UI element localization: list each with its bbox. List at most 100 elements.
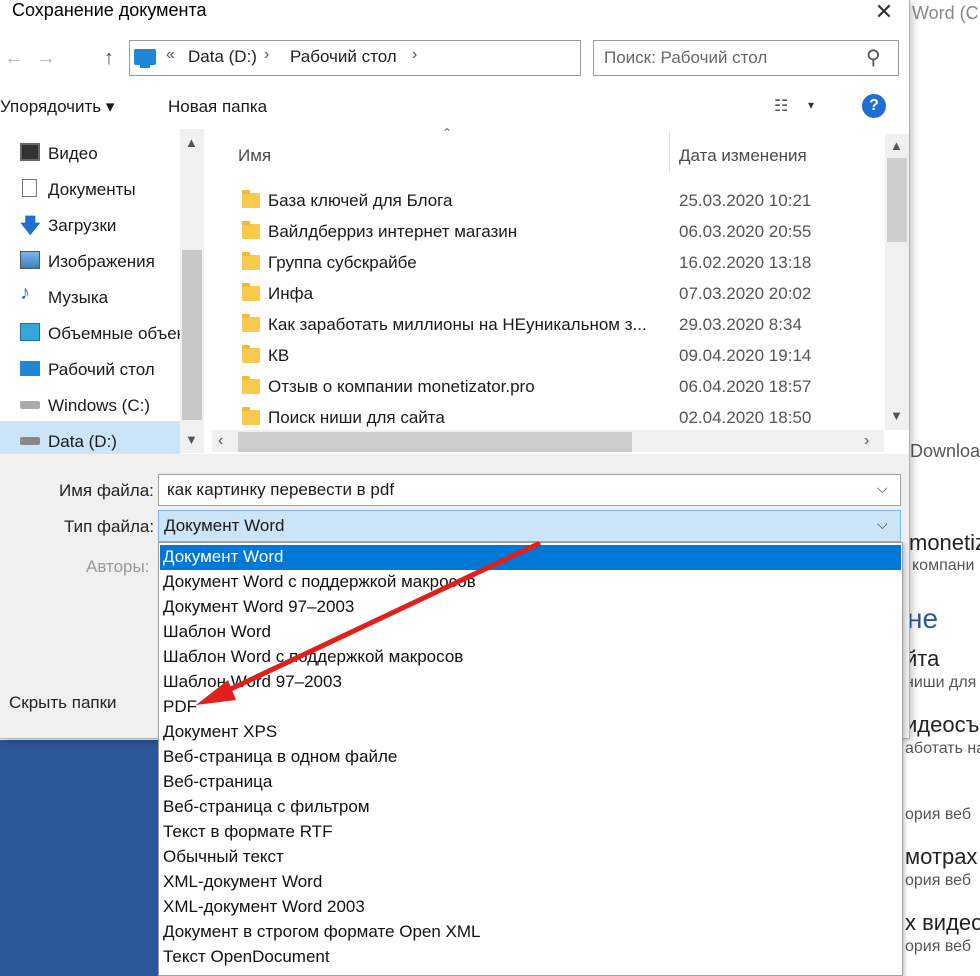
option-label: Текст в формате RTF [163,822,333,841]
up-button[interactable]: ↑ [95,44,123,72]
file-row[interactable]: Группа субскрайбе 16.02.2020 13:18 [205,246,885,277]
view-options-icon[interactable]: ☷ [774,96,800,116]
nav-item-3d-objects[interactable]: Объемные объекты [0,313,180,349]
file-row[interactable]: Вайлдберриз интернет магазин 06.03.2020 … [205,215,885,246]
filetype-option[interactable]: Шаблон Word 97–2003 [160,670,901,695]
scroll-left-icon[interactable]: ‹ [218,432,223,450]
folder-icon [242,221,260,239]
folder-icon [242,314,260,332]
nav-item-label: Видео [48,144,98,163]
file-row[interactable]: Инфа 07.03.2020 20:02 [205,277,885,308]
scroll-up-icon[interactable]: ▲ [185,135,198,150]
view-dropdown-icon[interactable]: ▾ [808,98,814,112]
scroll-right-icon[interactable]: › [864,432,869,450]
filetype-option[interactable]: Документ Word с поддержкой макросов [160,570,901,595]
file-name: Группа субскрайбе [268,253,417,272]
address-bar[interactable]: « Data (D:) › Рабочий стол › ⌵ ⟳ [129,40,704,76]
filetype-option[interactable]: Документ Word [160,545,901,570]
file-row[interactable]: КВ 09.04.2020 19:14 [205,339,885,370]
help-icon[interactable]: ? [862,94,886,118]
file-row[interactable]: Как заработать миллионы на НЕуникальном … [205,308,885,339]
filetype-option-pdf[interactable]: PDF [160,695,901,720]
nav-item-drive-d[interactable]: Data (D:) [0,421,180,457]
file-name: Поиск ниши для сайта [268,408,445,427]
option-label: Документ XPS [163,722,278,741]
option-label: Шаблон Word 97–2003 [163,672,342,691]
breadcrumb-desktop[interactable]: Рабочий стол [290,47,397,67]
column-header-date[interactable]: Дата изменения [679,146,807,166]
nav-item-desktop[interactable]: Рабочий стол [0,349,180,385]
nav-item-music[interactable]: ♪ Музыка [0,277,180,313]
file-row[interactable]: База ключей для Блога 25.03.2020 10:21 [205,184,885,215]
sort-ascending-icon: ⌃ [442,126,453,140]
breadcrumb-chevron-icon[interactable]: › [412,46,417,64]
chevron-down-icon[interactable]: ⌵ [877,480,888,497]
arrow-left-icon: ← [4,46,24,69]
nav-item-documents[interactable]: Документы [0,169,180,205]
hide-folders-button[interactable]: Скрыть папки [9,693,117,713]
file-list-vertical-thumb[interactable] [887,158,907,242]
file-row[interactable]: Поиск ниши для сайта 02.04.2020 18:50 [205,401,885,429]
nav-item-label: Рабочий стол [48,360,155,379]
filetype-option[interactable]: Шаблон Word [160,620,901,645]
search-icon[interactable]: ⚲ [866,45,881,70]
nav-item-drive-c[interactable]: Windows (C:) [0,385,180,421]
documents-icon [22,179,37,197]
new-folder-button[interactable]: Новая папка [168,97,267,117]
filetype-option[interactable]: Документ XPS [160,720,901,745]
nav-item-downloads[interactable]: 🡇 Загрузки [0,205,180,241]
filetype-option[interactable]: XML-документ Word 2003 [160,895,901,920]
filetype-option[interactable]: Веб-страница в одном файле [160,745,901,770]
file-date: 07.03.2020 20:02 [679,284,812,303]
download-fragment: Downloa [910,441,980,461]
column-divider[interactable] [669,132,670,172]
bg-item-title-1: йта [905,646,940,671]
file-date: 29.03.2020 8:34 [679,315,802,334]
file-list-horizontal-thumb[interactable] [238,432,632,452]
option-label: Веб-страница с фильтром [163,797,370,816]
nav-item-video[interactable]: Видео [0,133,180,169]
filename-label: Имя файла: [59,481,154,500]
close-button[interactable]: ✕ [866,0,902,26]
scroll-up-icon[interactable]: ▲ [890,138,903,153]
organize-button[interactable]: Упорядочить ▾ [0,97,114,117]
filetype-select[interactable]: Документ Word ⌵ [158,510,901,542]
filetype-dropdown-list[interactable]: Документ Word Документ Word с поддержкой… [158,542,903,976]
arrow-up-icon: ↑ [104,46,114,69]
file-name: Как заработать миллионы на НЕуникальном … [268,315,647,334]
scroll-down-icon[interactable]: ▼ [185,432,198,447]
filetype-option[interactable]: Веб-страница с фильтром [160,795,901,820]
filetype-option[interactable]: Текст в формате RTF [160,820,901,845]
breadcrumb-data-d[interactable]: Data (D:) [188,47,257,67]
breadcrumb-chevron-icon[interactable]: › [264,46,269,64]
filetype-option[interactable]: Текст OpenDocument [160,945,901,970]
nav-item-pictures[interactable]: Изображения [0,241,180,277]
file-name: База ключей для Блога [268,191,453,210]
downloads-icon: 🡇 [20,215,41,237]
filetype-option[interactable]: Веб-страница [160,770,901,795]
dialog-titlebar[interactable]: Сохранение документа ✕ [0,0,909,26]
filetype-option[interactable]: Документ Word 97–2003 [160,595,901,620]
filetype-option[interactable]: Шаблон Word с поддержкой макросов [160,645,901,670]
chevron-down-icon[interactable]: ⌵ [877,516,888,533]
forward-button[interactable]: → [32,44,60,72]
nav-item-label: Data (D:) [48,432,117,451]
nav-item-label: Загрузки [48,216,117,235]
search-input[interactable]: Поиск: Рабочий стол ⚲ [593,40,899,76]
option-label: Документ Word 97–2003 [163,597,355,616]
filetype-option[interactable]: Обычный текст [160,845,901,870]
column-header-name[interactable]: Имя [238,146,271,166]
dialog-title: Сохранение документа [12,0,207,20]
option-label: PDF [163,697,197,716]
filetype-option[interactable]: XML-документ Word [160,870,901,895]
nav-scroll-thumb[interactable] [182,250,202,420]
folder-icon [242,252,260,270]
bg-item-sub-5: ория веб [905,938,972,955]
bg-item-sub-1: ниши для с [905,674,980,691]
filetype-option[interactable]: Документ в строгом формате Open XML [160,920,901,945]
filename-input[interactable]: как картинку перевести в pdf ⌵ [158,474,901,506]
back-button[interactable]: ← [0,44,28,72]
scroll-down-icon[interactable]: ▼ [890,408,903,423]
file-row[interactable]: Отзыв о компании monetizator.pro 06.04.2… [205,370,885,401]
file-name: Инфа [268,284,314,303]
